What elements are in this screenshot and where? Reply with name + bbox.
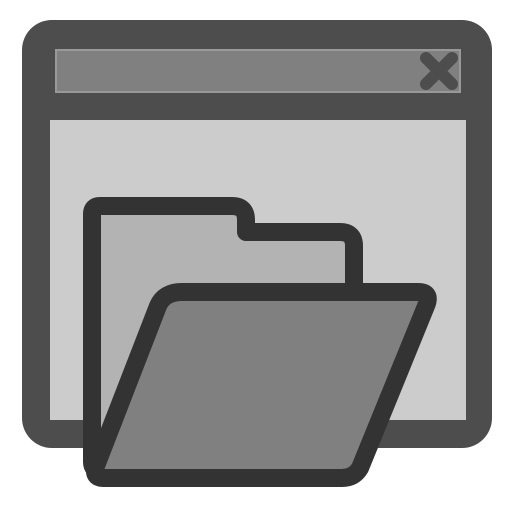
icon-canvas: [0, 0, 512, 512]
window-titlebar: [55, 49, 461, 93]
folder-front-flap: [86, 283, 437, 487]
open-folder-in-window-icon: [22, 20, 492, 487]
